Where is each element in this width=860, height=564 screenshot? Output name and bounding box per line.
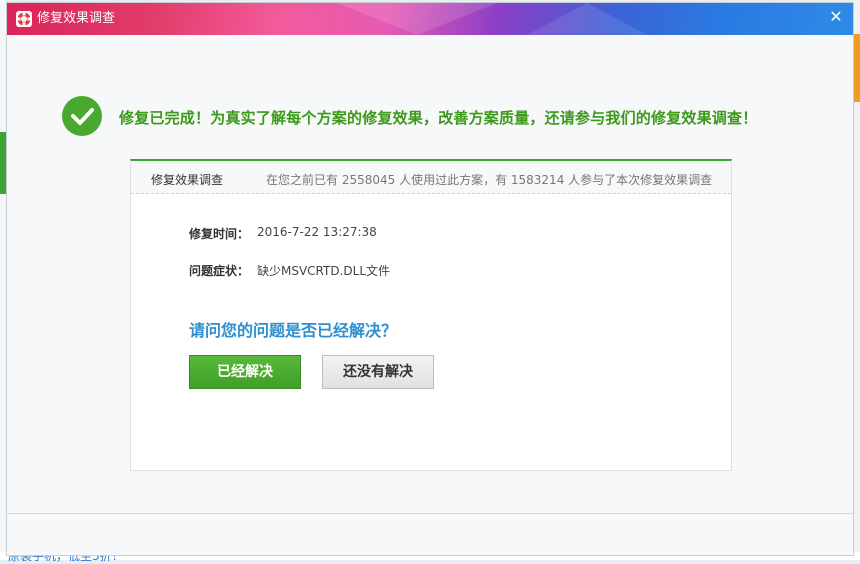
survey-panel-header: 修复效果调查 在您之前已有 2558045 人使用过此方案，有 1583214 … bbox=[131, 161, 731, 194]
survey-panel: 修复效果调查 在您之前已有 2558045 人使用过此方案，有 1583214 … bbox=[130, 159, 732, 471]
close-icon: ✕ bbox=[829, 7, 843, 26]
unresolved-button[interactable]: 还没有解决 bbox=[322, 355, 434, 389]
survey-statistics: 在您之前已有 2558045 人使用过此方案，有 1583214 人参与了本次修… bbox=[266, 173, 713, 187]
survey-panel-title: 修复效果调查 bbox=[151, 173, 224, 187]
background-orange-strip bbox=[854, 34, 860, 102]
checkmark-icon bbox=[62, 96, 102, 136]
dialog-title: 修复效果调查 bbox=[37, 11, 116, 26]
background-app-right bbox=[854, 0, 860, 560]
titlebar-decoration bbox=[337, 3, 497, 35]
dialog-footer-divider bbox=[7, 513, 853, 514]
lifebuoy-icon bbox=[16, 11, 32, 27]
survey-dialog: 修复效果调查 ✕ 修复已完成！为真实了解每个方案的修复效果，改善方案质量，还请参… bbox=[6, 2, 854, 556]
symptom-label: 问题症状： bbox=[189, 264, 250, 278]
titlebar-decoration bbox=[527, 3, 647, 35]
repair-time-value: 2016-7-22 13:27:38 bbox=[257, 225, 377, 239]
resolved-button[interactable]: 已经解决 bbox=[189, 355, 301, 389]
background-left-decoration bbox=[0, 86, 5, 110]
symptom-value: 缺少MSVCRTD.DLL文件 bbox=[257, 264, 391, 278]
repair-time-label: 修复时间： bbox=[189, 227, 250, 241]
completion-message: 修复已完成！为真实了解每个方案的修复效果，改善方案质量，还请参与我们的修复效果调… bbox=[119, 109, 758, 127]
resolution-question: 请问您的问题是否已经解决？ bbox=[189, 321, 398, 340]
dialog-titlebar[interactable]: 修复效果调查 ✕ bbox=[7, 3, 853, 35]
close-button[interactable]: ✕ bbox=[827, 7, 845, 27]
